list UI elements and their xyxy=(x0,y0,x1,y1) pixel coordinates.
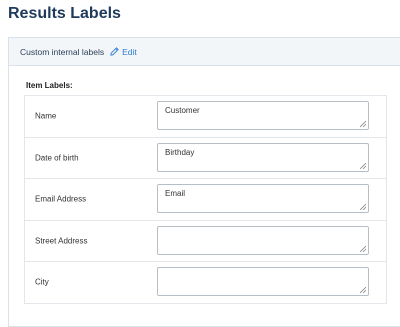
street-address-label-textarea[interactable] xyxy=(157,225,369,255)
page-title: Results Labels xyxy=(8,5,121,22)
item-labels-list: Name Customer Date of birth Birthday Ema… xyxy=(24,95,387,304)
email-address-label-value: Email xyxy=(165,189,186,198)
item-labels-heading: Item Labels: xyxy=(26,81,73,90)
resize-grip-icon[interactable] xyxy=(360,287,366,293)
pencil-icon xyxy=(110,47,119,56)
panel-header-label: Custom internal labels xyxy=(20,46,105,57)
city-label-textarea[interactable] xyxy=(157,267,369,296)
resize-grip-icon[interactable] xyxy=(360,121,366,127)
name-label-textarea[interactable]: Customer xyxy=(157,101,369,130)
item-row-name: Name Customer xyxy=(25,96,386,138)
item-row-street-address: Street Address xyxy=(25,221,386,262)
edit-link[interactable]: Edit xyxy=(110,47,137,57)
name-label-value: Customer xyxy=(165,106,200,115)
panel-header: Custom internal labels Edit xyxy=(9,38,400,66)
resize-grip-icon[interactable] xyxy=(360,245,366,252)
edit-label: Edit xyxy=(122,46,137,57)
resize-grip-icon[interactable] xyxy=(360,162,366,169)
email-address-label-textarea[interactable]: Email xyxy=(157,184,369,213)
item-label-email-address: Email Address xyxy=(35,194,87,204)
item-label-date-of-birth: Date of birth xyxy=(35,153,79,163)
item-row-email-address: Email Address Email xyxy=(25,179,386,221)
item-label-street-address: Street Address xyxy=(35,236,88,246)
custom-labels-panel: Custom internal labels Edit Item Labels:… xyxy=(8,37,400,327)
item-row-date-of-birth: Date of birth Birthday xyxy=(25,138,386,179)
date-of-birth-label-value: Birthday xyxy=(165,147,195,157)
item-label-city: City xyxy=(35,277,49,287)
resize-grip-icon[interactable] xyxy=(360,204,366,210)
item-label-name: Name xyxy=(35,111,57,121)
item-row-city: City xyxy=(25,262,386,304)
date-of-birth-label-textarea[interactable]: Birthday xyxy=(157,142,369,172)
